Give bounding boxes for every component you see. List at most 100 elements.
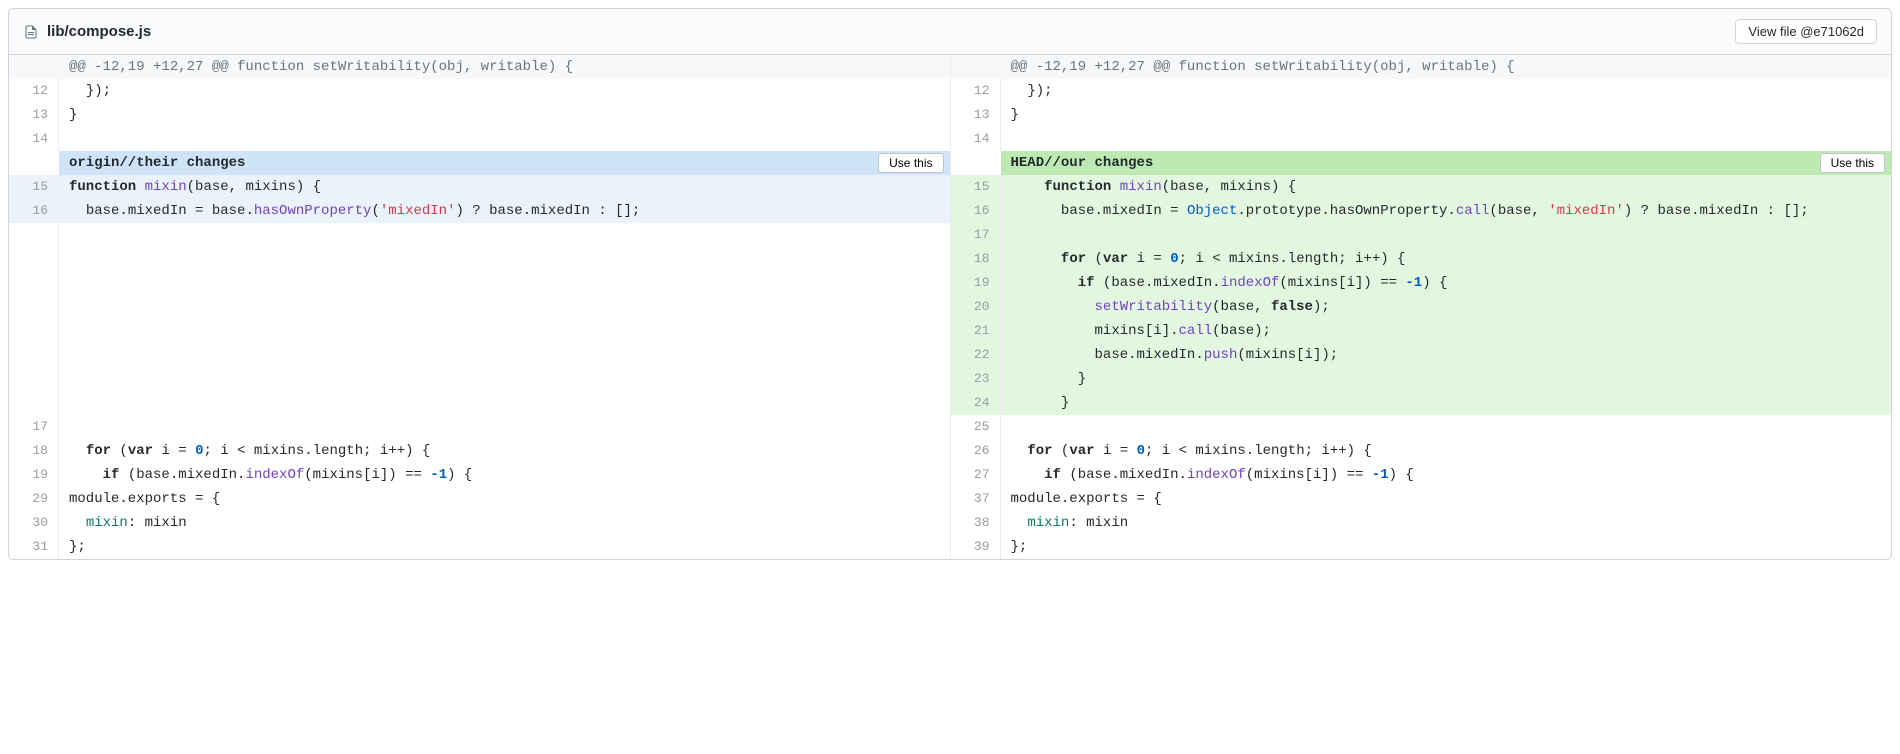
- code-cell: base.mixedIn.push(mixins[i]);: [1001, 343, 1892, 367]
- line-number: 30: [9, 511, 59, 535]
- split-diff: @@ -12,19 +12,27 @@ function setWritabil…: [9, 55, 1891, 559]
- diff-row: [9, 247, 950, 271]
- diff-container: lib/compose.js View file @e71062d @@ -12…: [8, 8, 1892, 560]
- diff-side-right: @@ -12,19 +12,27 @@ function setWritabil…: [951, 55, 1892, 559]
- diff-row: 21 mixins[i].call(base);: [951, 319, 1892, 343]
- line-number: [9, 295, 59, 319]
- diff-row: [9, 271, 950, 295]
- code-cell: module.exports = {: [59, 487, 950, 511]
- diff-row: [9, 391, 950, 415]
- code-cell: function mixin(base, mixins) {: [1001, 175, 1892, 199]
- code-cell: for (var i = 0; i < mixins.length; i++) …: [1001, 247, 1892, 271]
- diff-row: 12 });: [9, 79, 950, 103]
- code-cell: }: [1001, 391, 1892, 415]
- line-number: 15: [951, 175, 1001, 199]
- file-path: lib/compose.js: [47, 23, 151, 40]
- line-number: [9, 247, 59, 271]
- diff-row: 15 function mixin(base, mixins) {: [951, 175, 1892, 199]
- code-cell: });: [59, 79, 950, 103]
- code-cell: [59, 271, 950, 295]
- code-cell: };: [1001, 535, 1892, 559]
- line-number: 17: [951, 223, 1001, 247]
- diff-row: origin//their changes Use this: [9, 151, 950, 175]
- diff-row: 24 }: [951, 391, 1892, 415]
- code-cell: [59, 367, 950, 391]
- line-number: 16: [9, 199, 59, 223]
- code-cell: if (base.mixedIn.indexOf(mixins[i]) == -…: [1001, 463, 1892, 487]
- code-cell: @@ -12,19 +12,27 @@ function setWritabil…: [1001, 55, 1892, 79]
- use-this-button[interactable]: Use this: [1820, 153, 1885, 173]
- line-number: [9, 391, 59, 415]
- code-cell: [59, 319, 950, 343]
- code-cell: function mixin(base, mixins) {: [59, 175, 950, 199]
- line-number: 12: [9, 79, 59, 103]
- line-number: 39: [951, 535, 1001, 559]
- code-cell: }: [59, 103, 950, 127]
- view-file-button[interactable]: View file @e71062d: [1735, 19, 1877, 44]
- diff-row: 29module.exports = {: [9, 487, 950, 511]
- diff-row: 30 mixin: mixin: [9, 511, 950, 535]
- diff-row: 26 for (var i = 0; i < mixins.length; i+…: [951, 439, 1892, 463]
- code-cell: base.mixedIn = base.hasOwnProperty('mixe…: [59, 199, 950, 223]
- code-cell: origin//their changes Use this: [59, 151, 950, 175]
- code-cell: [59, 223, 950, 247]
- code-cell: if (base.mixedIn.indexOf(mixins[i]) == -…: [1001, 271, 1892, 295]
- line-number: 17: [9, 415, 59, 439]
- code-cell: module.exports = {: [1001, 487, 1892, 511]
- diff-row: [9, 295, 950, 319]
- code-cell: if (base.mixedIn.indexOf(mixins[i]) == -…: [59, 463, 950, 487]
- line-number: 29: [9, 487, 59, 511]
- diff-row: 17: [9, 415, 950, 439]
- diff-row: [9, 223, 950, 247]
- conflict-label: origin//their changes: [69, 151, 245, 175]
- diff-row: 19 if (base.mixedIn.indexOf(mixins[i]) =…: [9, 463, 950, 487]
- line-number: 18: [9, 439, 59, 463]
- diff-row: 17: [951, 223, 1892, 247]
- file-header-left: lib/compose.js: [23, 23, 151, 40]
- use-this-button[interactable]: Use this: [878, 153, 943, 173]
- code-cell: [59, 391, 950, 415]
- line-number: 24: [951, 391, 1001, 415]
- diff-row: 19 if (base.mixedIn.indexOf(mixins[i]) =…: [951, 271, 1892, 295]
- code-cell: });: [1001, 79, 1892, 103]
- diff-row: 13}: [951, 103, 1892, 127]
- line-number: 14: [951, 127, 1001, 151]
- diff-row: 15function mixin(base, mixins) {: [9, 175, 950, 199]
- line-number: 21: [951, 319, 1001, 343]
- line-number: [9, 271, 59, 295]
- code-cell: [1001, 223, 1892, 247]
- code-cell: [59, 343, 950, 367]
- code-cell: mixin: mixin: [1001, 511, 1892, 535]
- diff-row: 14: [951, 127, 1892, 151]
- diff-row: HEAD//our changes Use this: [951, 151, 1892, 175]
- code-cell: }: [1001, 367, 1892, 391]
- code-cell: base.mixedIn = Object.prototype.hasOwnPr…: [1001, 199, 1892, 223]
- code-cell: mixin: mixin: [59, 511, 950, 535]
- diff-row: 31};: [9, 535, 950, 559]
- code-cell: };: [59, 535, 950, 559]
- line-number: [9, 367, 59, 391]
- line-number: 19: [951, 271, 1001, 295]
- line-number: 23: [951, 367, 1001, 391]
- code-cell: for (var i = 0; i < mixins.length; i++) …: [59, 439, 950, 463]
- diff-row: 16 base.mixedIn = base.hasOwnProperty('m…: [9, 199, 950, 223]
- line-number: 31: [9, 535, 59, 559]
- diff-row: 25: [951, 415, 1892, 439]
- line-number: 20: [951, 295, 1001, 319]
- line-number: [9, 55, 59, 79]
- line-number: 26: [951, 439, 1001, 463]
- line-number: 25: [951, 415, 1001, 439]
- code-cell: for (var i = 0; i < mixins.length; i++) …: [1001, 439, 1892, 463]
- diff-row: 13}: [9, 103, 950, 127]
- diff-row: 37module.exports = {: [951, 487, 1892, 511]
- code-cell: setWritability(base, false);: [1001, 295, 1892, 319]
- diff-row: 20 setWritability(base, false);: [951, 295, 1892, 319]
- diff-row: @@ -12,19 +12,27 @@ function setWritabil…: [9, 55, 950, 79]
- line-number: [9, 223, 59, 247]
- diff-row: 39};: [951, 535, 1892, 559]
- code-cell: [59, 415, 950, 439]
- conflict-label: HEAD//our changes: [1011, 151, 1154, 175]
- file-icon: [23, 24, 39, 40]
- line-number: 13: [9, 103, 59, 127]
- diff-row: 22 base.mixedIn.push(mixins[i]);: [951, 343, 1892, 367]
